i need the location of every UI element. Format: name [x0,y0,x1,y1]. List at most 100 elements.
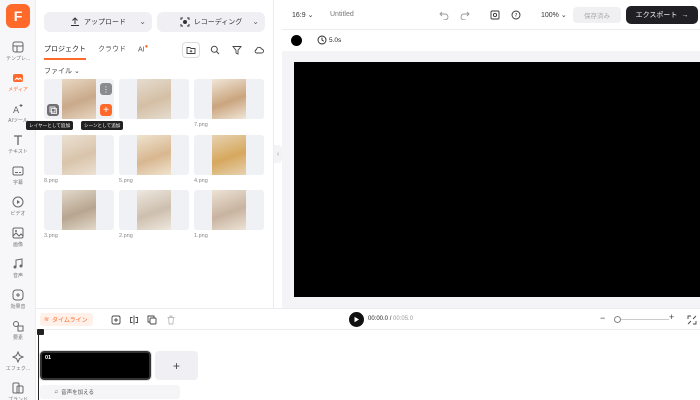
top-bar: 16:9 ⌄ Untitled ? 100% ⌄ 保存済み エクスポート → [282,0,700,30]
effects-icon [12,350,24,363]
undo-icon[interactable] [438,9,450,21]
template-icon [12,41,24,52]
upload-button[interactable]: アップロード ⌄ [44,12,152,32]
media-tile[interactable] [194,190,264,230]
play-button[interactable] [349,312,364,327]
elements-icon [13,320,24,331]
sidebar-item-video[interactable]: ビデオ [0,191,36,221]
playhead-handle[interactable] [37,329,44,335]
sidebar-item-subtitle[interactable]: 字幕 [0,160,36,190]
duplicate-icon[interactable] [146,314,157,325]
chevron-down-icon: ⌄ [73,68,80,75]
sidebar-item-label: メディア [8,86,28,93]
aspect-ratio-select[interactable]: 16:9 ⌄ [292,11,313,19]
duration-label: 5.0s [329,36,342,44]
folder-dropdown[interactable]: ファイル ⌄ [44,66,80,76]
media-filename: 4.png [194,178,208,184]
background-color-swatch[interactable] [291,35,302,46]
media-tile[interactable] [44,135,114,175]
app-logo: F [6,4,30,28]
sidebar-item-media[interactable]: メディア [0,67,36,97]
sidebar-item-music[interactable]: 音声 [0,253,36,283]
zoom-slider-handle[interactable] [614,316,621,323]
svg-text:A: A [13,106,20,115]
help-icon[interactable]: ? [510,9,522,21]
cloud-button[interactable] [250,42,268,58]
save-button[interactable]: 保存済み [573,7,621,23]
media-tile[interactable] [44,190,114,230]
sfx-icon [12,289,24,300]
media-filename: 5.png [119,178,133,184]
clip-number: 01 [45,355,52,361]
fit-timeline-icon[interactable] [686,314,697,325]
add-scene-button[interactable]: + [155,351,198,380]
tab-project[interactable]: プロジェクト [44,44,86,60]
sidebar-item-sfx[interactable]: 効果音 [0,284,36,314]
media-tabs: プロジェクト クラウド AI● [44,44,148,60]
folder-label: ファイル [44,68,72,75]
media-tile[interactable] [119,190,189,230]
add-as-scene-button[interactable]: + [100,104,112,116]
folder-plus-icon [186,47,196,54]
add-audio-track[interactable]: ♫ 音声を加える [40,385,180,399]
image-thumbnail [137,135,171,175]
media-tile[interactable] [119,135,189,175]
scene-clip[interactable]: 01 [39,350,152,381]
zoom-in-icon[interactable]: + [669,312,674,322]
project-title[interactable]: Untitled [330,11,354,18]
zoom-out-icon[interactable]: − [600,313,605,323]
layers-icon [49,106,57,114]
media-tile[interactable] [194,79,264,119]
tooltip-add-scene: シーンとして追加 [81,121,124,130]
media-tile[interactable] [119,79,189,119]
filter-button[interactable] [228,42,246,58]
sidebar-item-label: エフェク... [5,365,31,372]
text-icon [14,134,22,145]
redo-icon[interactable] [459,9,471,21]
new-folder-button[interactable] [182,42,200,58]
timeline-toolbar: ≋ タイムライン 00:00.0 / 00:05.0 − + [36,308,700,330]
image-thumbnail [62,79,96,119]
image-thumbnail [137,79,171,119]
duration-control[interactable]: 5.0s [317,35,341,45]
timeline-label: タイムライン [52,318,88,324]
media-panel: アップロード ⌄ レコーディング ⌄ プロジェクト クラウド AI● ファイル … [26,0,274,308]
more-icon[interactable]: ⋮ [100,83,112,95]
export-button[interactable]: エクスポート → [626,6,698,24]
tab-ai[interactable]: AI● [138,44,148,60]
split-icon[interactable] [128,314,139,325]
zoom-select[interactable]: 100% ⌄ [541,11,567,19]
video-icon [12,196,24,207]
sidebar-item-brand[interactable]: ブランド [0,377,36,400]
timeline-zoom-slider[interactable] [619,319,669,320]
canvas-toolbar: 5.0s [282,31,700,51]
sidebar-item-elements[interactable]: 要素 [0,315,36,345]
sidebar-item-template[interactable]: テンプレ... [0,36,36,66]
sidebar-item-text[interactable]: テキスト [0,129,36,159]
image-thumbnail [62,135,96,175]
media-icon [13,73,23,82]
video-canvas[interactable] [294,62,700,297]
tab-cloud[interactable]: クラウド [98,44,126,60]
image-thumbnail [212,190,246,230]
music-icon [13,257,23,268]
timeline-track-area: 01 + ♫ 音声を加える [36,329,700,400]
screenshot-icon[interactable] [489,9,501,21]
chevron-down-icon: ⌄ [252,17,259,26]
add-as-layer-button[interactable] [47,104,59,116]
playhead[interactable] [37,329,44,400]
sidebar-item-label: テキスト [8,148,28,155]
clock-icon [317,35,327,45]
search-button[interactable] [206,42,224,58]
left-rail: F テンプレ... メディア A AIツール テキスト 字幕 ビデオ 画像 音声 効果音 要素 エフェ… [0,0,36,400]
media-tile[interactable] [194,135,264,175]
sidebar-item-effects[interactable]: エフェク... [0,346,36,376]
collapse-panel-handle[interactable]: ‹ [274,145,282,163]
record-button[interactable]: レコーディング ⌄ [157,12,265,32]
sidebar-item-image[interactable]: 画像 [0,222,36,252]
sidebar-item-label: 要素 [12,334,23,341]
add-frame-icon[interactable] [110,314,121,325]
play-icon [354,316,359,323]
delete-icon[interactable] [165,314,176,325]
timeline-toggle[interactable]: ≋ タイムライン [40,313,93,326]
